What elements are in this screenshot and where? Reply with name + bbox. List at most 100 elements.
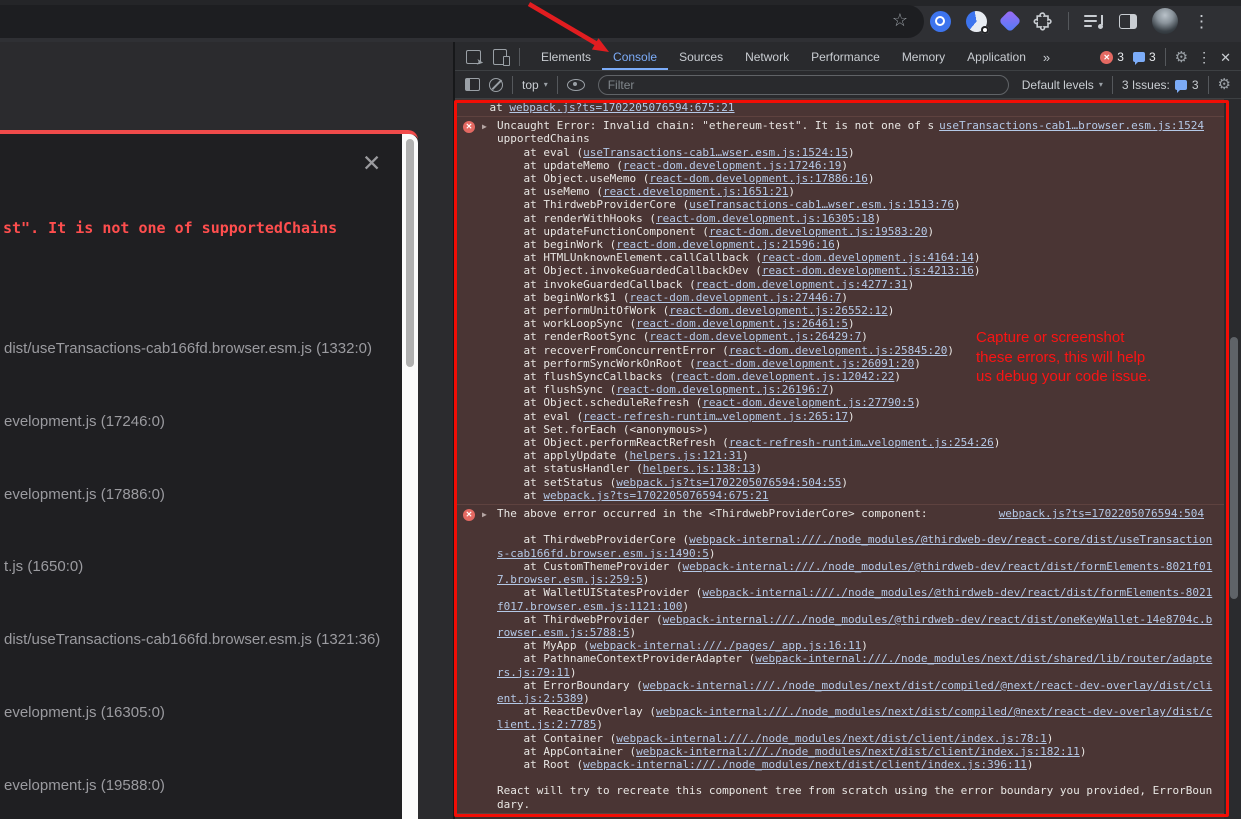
- source-link[interactable]: helpers.js:121:31: [629, 449, 742, 462]
- console-settings-icon[interactable]: ⚙: [1218, 77, 1231, 92]
- devtools-close-icon[interactable]: ✕: [1220, 51, 1231, 64]
- source-link[interactable]: useTransactions-cab1…wser.esm.js:1513:76: [689, 198, 954, 211]
- context-selector[interactable]: top ▾: [522, 78, 548, 92]
- overlay-frame: evelopment.js (19588:0): [4, 777, 165, 795]
- tab-application[interactable]: Application: [956, 44, 1037, 70]
- source-link[interactable]: webpack-internal:///./node_modules/@thir…: [497, 533, 1212, 559]
- overlay-frame: dist/useTransactions-cab166fd.browser.es…: [4, 631, 380, 649]
- source-link[interactable]: webpack-internal:///./node_modules/next/…: [497, 679, 1212, 705]
- tab-performance[interactable]: Performance: [800, 44, 891, 70]
- source-link[interactable]: react-dom.development.js:27446:7: [629, 291, 841, 304]
- stack-frame-line: at flushSync (react-dom.development.js:2…: [497, 383, 1216, 396]
- source-link[interactable]: webpack-internal:///./node_modules/next/…: [497, 652, 1212, 678]
- source-link[interactable]: react-dom.development.js:26196:7: [616, 383, 828, 396]
- source-link[interactable]: webpack-internal:///./pages/_app.js:16:1…: [590, 639, 862, 652]
- source-link[interactable]: react-dom.development.js:27790:5: [702, 396, 914, 409]
- extension-diamond-icon[interactable]: [999, 10, 1022, 33]
- source-link[interactable]: useTransactions-cab1…wser.esm.js:1524:15: [583, 146, 848, 159]
- source-link[interactable]: webpack.js?ts=1702205076594:675:21: [543, 489, 768, 502]
- source-link[interactable]: react-dom.development.js:17246:19: [623, 159, 842, 172]
- source-link[interactable]: react-dom.development.js:21596:16: [616, 238, 835, 251]
- tab-network[interactable]: Network: [734, 44, 800, 70]
- browser-menu-icon[interactable]: ⋮: [1193, 13, 1210, 30]
- source-link[interactable]: webpack-internal:///./node_modules/@thir…: [497, 560, 1212, 586]
- extension-blue-circle-icon[interactable]: [930, 11, 951, 32]
- stack-frame-line: at AppContainer (webpack-internal:///./n…: [497, 745, 1216, 758]
- more-tabs-icon[interactable]: »: [1037, 50, 1056, 65]
- devtools-menu-icon[interactable]: ⋮: [1197, 50, 1211, 64]
- issues-bubble-icon: [1175, 80, 1187, 90]
- profile-avatar[interactable]: [1152, 8, 1178, 34]
- source-link[interactable]: webpack.js?ts=1702205076594:504:55: [616, 476, 841, 489]
- source-link[interactable]: webpack-internal:///./node_modules/next/…: [636, 745, 1080, 758]
- tab-memory[interactable]: Memory: [891, 44, 956, 70]
- live-expression-eye-icon[interactable]: [567, 79, 585, 91]
- tab-console[interactable]: Console: [602, 44, 668, 70]
- inspect-element-icon[interactable]: [466, 50, 481, 64]
- clear-console-icon[interactable]: [489, 78, 503, 92]
- console-scrollbar-thumb[interactable]: [1230, 337, 1238, 599]
- console-filter-input[interactable]: [598, 75, 1009, 95]
- stack-frame-line: at performUnitOfWork (react-dom.developm…: [497, 304, 1216, 317]
- console-error-row: ✕▶webpack.js?ts=1702205076594:504The abo…: [455, 505, 1224, 814]
- tab-sources[interactable]: Sources: [668, 44, 734, 70]
- source-link[interactable]: react-dom.development.js:16305:18: [656, 212, 875, 225]
- source-link[interactable]: useTransactions-cab1…browser.esm.js:1524: [939, 119, 1204, 132]
- toolbar-divider: [557, 76, 558, 94]
- overlay-close-icon[interactable]: ✕: [362, 152, 381, 175]
- source-link[interactable]: webpack.js?ts=1702205076594:675:21: [509, 101, 734, 114]
- source-link[interactable]: webpack-internal:///./node_modules/@thir…: [497, 613, 1212, 639]
- stack-frame-line: at setStatus (webpack.js?ts=170220507659…: [497, 476, 1216, 489]
- overlay-scrollbar-thumb[interactable]: [406, 139, 414, 367]
- expand-triangle-icon[interactable]: ▶: [482, 508, 487, 521]
- source-link[interactable]: react.development.js:1651:21: [603, 185, 788, 198]
- source-link[interactable]: react-dom.development.js:19583:20: [709, 225, 928, 238]
- tabbar-divider: [519, 48, 520, 66]
- devtools-tab-bar: ElementsConsoleSourcesNetworkPerformance…: [455, 44, 1241, 71]
- stack-frame-line: at updateFunctionComponent (react-dom.de…: [497, 225, 1216, 238]
- bookmark-star-icon[interactable]: ☆: [892, 10, 908, 31]
- stack-frame-line: at MyApp (webpack-internal:///./pages/_a…: [497, 639, 1216, 652]
- stack-frame-line: at Set.forEach (<anonymous>): [497, 423, 1216, 436]
- source-link[interactable]: helpers.js:138:13: [643, 462, 756, 475]
- source-link[interactable]: react-dom.development.js:25845:20: [729, 344, 948, 357]
- extensions-puzzle-icon[interactable]: [1033, 11, 1053, 31]
- source-link[interactable]: react-dom.development.js:26461:5: [636, 317, 848, 330]
- source-link[interactable]: react-dom.development.js:4164:14: [762, 251, 974, 264]
- source-link[interactable]: react-dom.development.js:17886:16: [649, 172, 868, 185]
- expand-triangle-icon[interactable]: ▶: [482, 120, 487, 133]
- source-link[interactable]: react-dom.development.js:26552:12: [669, 304, 888, 317]
- source-link[interactable]: react-dom.development.js:4277:31: [696, 278, 908, 291]
- stack-frame-line: at beginWork$1 (react-dom.development.js…: [497, 291, 1216, 304]
- source-link[interactable]: webpack.js?ts=1702205076594:504: [999, 507, 1204, 520]
- overlay-scrollbar-track: [402, 134, 418, 819]
- source-link[interactable]: react-refresh-runtim…velopment.js:254:26: [729, 436, 994, 449]
- tab-elements[interactable]: Elements: [530, 44, 602, 70]
- log-levels-selector[interactable]: Default levels ▾: [1022, 78, 1103, 92]
- source-link[interactable]: webpack-internal:///./node_modules/next/…: [616, 732, 1046, 745]
- error-count-badge[interactable]: ✕ 3: [1100, 50, 1124, 64]
- source-link[interactable]: react-dom.development.js:4213:16: [762, 264, 974, 277]
- issues-counter[interactable]: 3 Issues: 3: [1122, 78, 1199, 92]
- overlay-frame: dist/useTransactions-cab166fd.browser.es…: [4, 340, 372, 358]
- overlay-frame: evelopment.js (16305:0): [4, 704, 165, 722]
- overlay-error-message: st". It is not one of supportedChains: [3, 218, 337, 238]
- side-panel-icon[interactable]: [1119, 14, 1137, 29]
- device-toolbar-icon[interactable]: [493, 49, 507, 65]
- source-link[interactable]: react-refresh-runtim…velopment.js:265:17: [583, 410, 848, 423]
- message-count-badge[interactable]: 3: [1133, 50, 1156, 64]
- source-link[interactable]: react-dom.development.js:26429:7: [649, 330, 861, 343]
- address-bar[interactable]: ☆: [0, 5, 924, 38]
- extension-clock-icon[interactable]: [966, 11, 987, 32]
- source-link[interactable]: react-dom.development.js:26091:20: [696, 357, 915, 370]
- stack-frame-line: at Object.scheduleRefresh (react-dom.dev…: [497, 396, 1216, 409]
- chevron-down-icon: ▾: [544, 80, 548, 89]
- source-link[interactable]: webpack-internal:///./node_modules/next/…: [497, 705, 1212, 731]
- source-link[interactable]: webpack-internal:///./node_modules/next/…: [583, 758, 1027, 771]
- console-sidebar-icon[interactable]: [465, 78, 480, 91]
- source-link[interactable]: react-dom.development.js:12042:22: [676, 370, 895, 383]
- stack-frame-line: at renderRootSync (react-dom.development…: [497, 330, 1216, 343]
- devtools-settings-icon[interactable]: ⚙: [1175, 50, 1188, 65]
- media-queue-icon[interactable]: [1084, 12, 1104, 30]
- source-link[interactable]: webpack-internal:///./node_modules/@thir…: [497, 586, 1212, 612]
